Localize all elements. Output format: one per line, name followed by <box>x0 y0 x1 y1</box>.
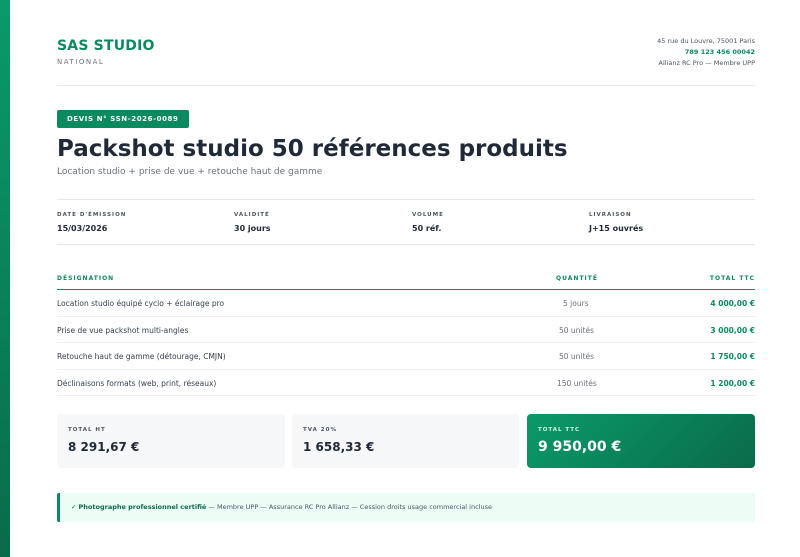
check-icon: ✓ <box>71 503 77 511</box>
row-total: 1 200,00 € <box>710 378 755 388</box>
header-designation: DÉSIGNATION <box>57 275 115 282</box>
table-row: Déclinaisons formats (web, print, réseau… <box>57 370 755 396</box>
company-phone: 789 123 456 00042 <box>684 48 755 56</box>
row-quantity: 50 unités <box>559 325 594 335</box>
meta-delivery: LIVRAISON J+15 ouvrés <box>589 212 643 233</box>
meta-validity: VALIDITÉ 30 jours <box>234 212 271 233</box>
total-ttc-box: TOTAL TTC 9 950,00 € <box>527 414 755 468</box>
meta-value: 15/03/2026 <box>57 224 108 233</box>
row-quantity: 50 unités <box>559 352 594 361</box>
row-total: 3 000,00 € <box>710 325 755 335</box>
company-contact: 45 rue du Louvre, 75001 Paris 789 123 45… <box>657 36 755 69</box>
meta-label: VALIDITÉ <box>234 212 270 218</box>
row-quantity: 5 jours <box>563 299 589 308</box>
meta-issue-date: DATE D'ÉMISSION 15/03/2026 <box>57 212 126 233</box>
meta-label: LIVRAISON <box>589 212 632 218</box>
total-ht-value: 8 291,67 € <box>68 440 140 454</box>
row-designation: Location studio équipé cyclo + éclairage… <box>57 299 225 308</box>
meta-label: DATE D'ÉMISSION <box>57 212 127 218</box>
row-total: 4 000,00 € <box>710 299 755 308</box>
meta-value: J+15 ouvrés <box>589 224 644 233</box>
total-ht-label: TOTAL HT <box>68 427 106 433</box>
quote-title: Packshot studio 50 références produits <box>57 136 568 162</box>
total-ttc-label: TOTAL TTC <box>538 427 581 433</box>
totals-section: TOTAL HT 8 291,67 € TVA 20% 1 658,33 € T… <box>57 414 755 468</box>
quote-number-badge: DEVIS N° SSN-2026-0089 <box>57 110 189 128</box>
table-row: Prise de vue packshot multi-angles 50 un… <box>57 317 755 343</box>
quote-document: SAS STUDIO NATIONAL 45 rue du Louvre, 75… <box>57 0 755 522</box>
meta-label: VOLUME <box>412 212 444 218</box>
total-ttc-value: 9 950,00 € <box>538 439 622 455</box>
table-row: Retouche haut de gamme (détourage, CMJN)… <box>57 343 755 370</box>
accent-side-bar <box>0 0 10 557</box>
meta-volume: VOLUME 50 réf. <box>412 212 444 233</box>
note-highlight: Photographe professionnel certifié <box>78 503 207 511</box>
certification-note: ✓ Photographe professionnel certifié — M… <box>57 493 755 522</box>
company-name: SAS STUDIO <box>57 38 155 54</box>
quote-meta: DATE D'ÉMISSION 15/03/2026 VALIDITÉ 30 j… <box>57 199 755 245</box>
note-text: — Membre UPP — Assurance RC Pro Allianz … <box>206 503 492 511</box>
header-total: TOTAL TTC <box>709 275 755 282</box>
table-header: DÉSIGNATION QUANTITÉ TOTAL TTC <box>57 270 755 290</box>
row-quantity: 150 unités <box>557 378 597 388</box>
line-items-table: DÉSIGNATION QUANTITÉ TOTAL TTC Location … <box>57 270 755 396</box>
company-address: 45 rue du Louvre, 75001 Paris <box>657 37 755 45</box>
row-designation: Retouche haut de gamme (détourage, CMJN) <box>57 352 226 361</box>
document-header: SAS STUDIO NATIONAL 45 rue du Louvre, 75… <box>57 0 755 86</box>
row-designation: Prise de vue packshot multi-angles <box>57 325 189 335</box>
header-quantity: QUANTITÉ <box>556 275 598 282</box>
tva-label: TVA 20% <box>303 427 337 433</box>
table-row: Location studio équipé cyclo + éclairage… <box>57 290 755 317</box>
row-total: 1 750,00 € <box>710 352 755 361</box>
tva-box: TVA 20% 1 658,33 € <box>292 414 519 468</box>
company-insurance: Allianz RC Pro — Membre UPP <box>658 59 755 67</box>
company-subtitle: NATIONAL <box>57 58 105 66</box>
tva-value: 1 658,33 € <box>303 440 375 454</box>
total-ht-box: TOTAL HT 8 291,67 € <box>57 414 285 468</box>
meta-value: 30 jours <box>234 224 271 233</box>
meta-value: 50 réf. <box>412 224 442 233</box>
quote-subtitle: Location studio + prise de vue + retouch… <box>57 167 323 177</box>
row-designation: Déclinaisons formats (web, print, réseau… <box>57 378 217 388</box>
